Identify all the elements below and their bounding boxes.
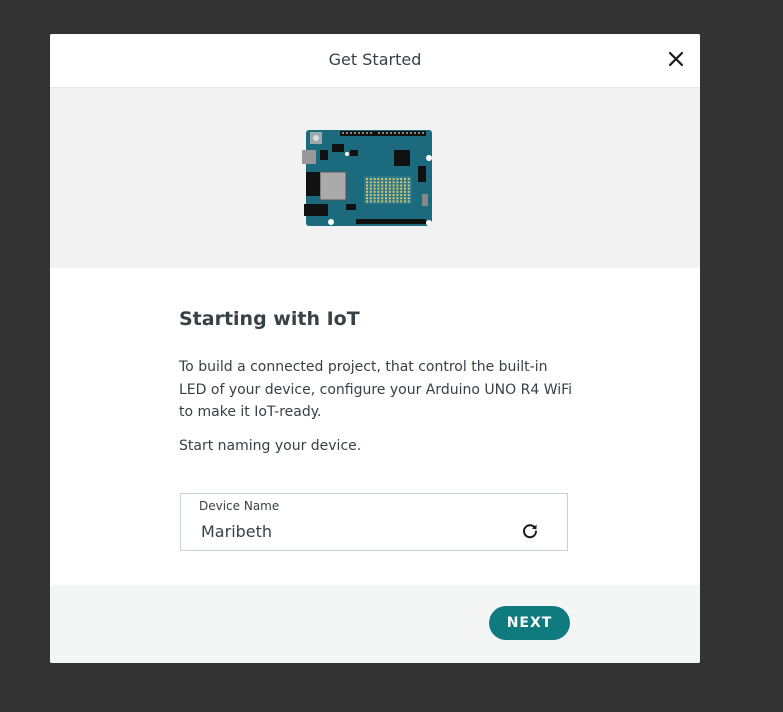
close-button[interactable] [666, 47, 686, 71]
description-text: To build a connected project, that contr… [179, 359, 573, 420]
dialog-title: Get Started [328, 50, 422, 69]
device-name-input[interactable] [201, 520, 501, 542]
next-button[interactable]: NEXT [489, 606, 570, 640]
dialog-footer: NEXT [50, 585, 700, 663]
close-icon [668, 51, 684, 67]
device-name-label: Device Name [199, 499, 280, 513]
arduino-board-illustration [302, 130, 432, 226]
section-heading: Starting with IoT [179, 308, 360, 330]
regenerate-name-button[interactable] [521, 522, 539, 540]
refresh-icon [523, 524, 537, 539]
naming-prompt: Start naming your device. [179, 438, 362, 454]
get-started-dialog: Get Started Starting with IoT To build a… [50, 34, 700, 663]
hero-banner [50, 88, 700, 268]
device-name-field: Device Name [180, 493, 568, 551]
dialog-header: Get Started [50, 34, 700, 88]
